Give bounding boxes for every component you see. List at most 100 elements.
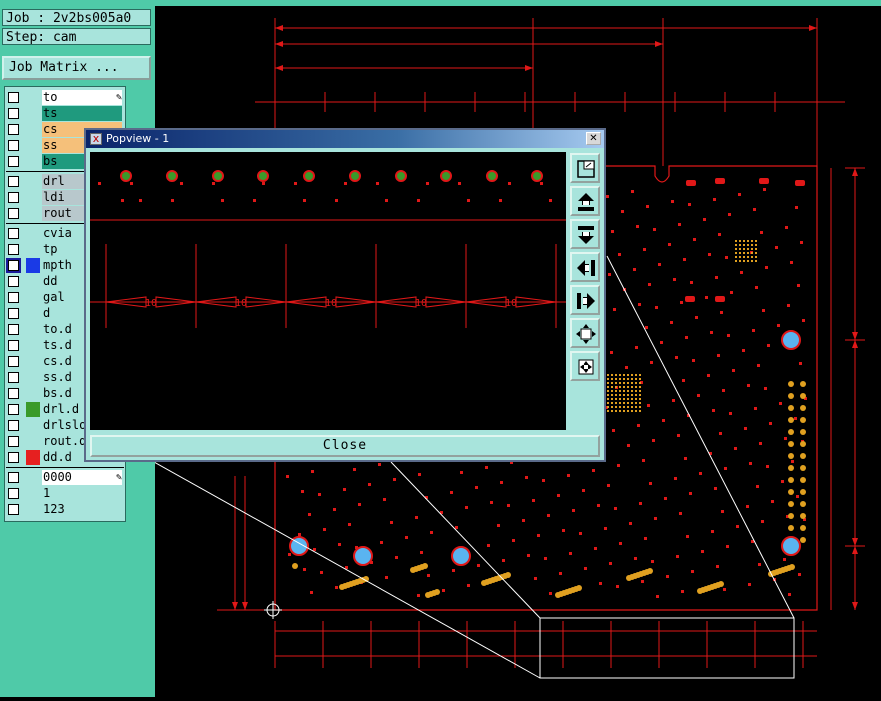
- pad-ring: [339, 584, 345, 590]
- bga-pad: [619, 406, 621, 408]
- layer-checkbox[interactable]: [8, 228, 19, 239]
- layer-name[interactable]: 123: [42, 502, 122, 517]
- pad: [308, 513, 311, 516]
- layer-checkbox[interactable]: [8, 124, 19, 135]
- close-button[interactable]: Close: [90, 435, 600, 457]
- pad: [724, 467, 727, 470]
- layer-checkbox[interactable]: [8, 176, 19, 187]
- pad: [617, 464, 620, 467]
- layer-checkbox[interactable]: [8, 504, 19, 515]
- close-icon[interactable]: ✕: [586, 132, 601, 145]
- bga-pad: [611, 382, 613, 384]
- zoom-in-button[interactable]: [570, 318, 600, 348]
- layer-row[interactable]: 1: [6, 486, 124, 501]
- pad: [676, 555, 679, 558]
- pad: [723, 588, 726, 591]
- bga-pad: [735, 260, 737, 262]
- layer-name[interactable]: ts: [42, 106, 122, 121]
- layer-checkbox[interactable]: [8, 436, 19, 447]
- layer-row[interactable]: 123: [6, 502, 124, 517]
- pad-ring: [800, 477, 806, 483]
- job-matrix-button[interactable]: Job Matrix ...: [2, 56, 151, 80]
- layer-checkbox[interactable]: [8, 108, 19, 119]
- pad: [180, 182, 183, 185]
- pad: [708, 253, 711, 256]
- layer-row[interactable]: to ✎: [6, 90, 124, 105]
- layer-checkbox[interactable]: [8, 324, 19, 335]
- bga-pad: [751, 260, 753, 262]
- pan-right-button[interactable]: [570, 285, 600, 315]
- pad: [427, 574, 430, 577]
- layer-checkbox[interactable]: [8, 472, 19, 483]
- pad: [710, 331, 713, 334]
- pad-ring: [800, 465, 806, 471]
- layer-checkbox[interactable]: [8, 488, 19, 499]
- layer-checkbox[interactable]: [8, 276, 19, 287]
- pad-ring: [800, 417, 806, 423]
- layer-checkbox[interactable]: [8, 192, 19, 203]
- pad: [405, 536, 408, 539]
- layer-checkbox[interactable]: [8, 420, 19, 431]
- pad: [747, 384, 750, 387]
- layer-checkbox[interactable]: [8, 452, 19, 463]
- layer-row[interactable]: ts: [6, 106, 124, 121]
- pan-left-button[interactable]: [570, 252, 600, 282]
- pad: [762, 309, 765, 312]
- layer-name[interactable]: to: [42, 90, 122, 105]
- pad: [559, 572, 562, 575]
- layer-checkbox[interactable]: [8, 388, 19, 399]
- layer-checkbox[interactable]: [8, 292, 19, 303]
- pad: [678, 223, 681, 226]
- popview-canvas[interactable]: 10 10 10 10 10: [90, 152, 566, 430]
- pad: [320, 571, 323, 574]
- drill-hit: [395, 170, 407, 182]
- pad-ring: [292, 563, 298, 569]
- layer-name[interactable]: 1: [42, 486, 122, 501]
- pad: [651, 560, 654, 563]
- pan-down-button[interactable]: [570, 219, 600, 249]
- bga-pad: [631, 402, 633, 404]
- bga-pad: [623, 398, 625, 400]
- pad: [771, 500, 774, 503]
- pad: [582, 489, 585, 492]
- pad: [714, 487, 717, 490]
- layer-checkbox[interactable]: [8, 140, 19, 151]
- smd-pad: [759, 178, 769, 184]
- zoom-out-button[interactable]: [570, 351, 600, 381]
- pad-ring: [800, 429, 806, 435]
- pad: [766, 465, 769, 468]
- pan-up-button[interactable]: [570, 186, 600, 216]
- layer-checkbox[interactable]: [8, 156, 19, 167]
- layer-checkbox[interactable]: [8, 356, 19, 367]
- bga-pad: [607, 398, 609, 400]
- layer-checkbox[interactable]: [8, 404, 19, 415]
- pad-ring: [788, 465, 794, 471]
- layer-checkbox[interactable]: [8, 372, 19, 383]
- pad: [338, 543, 341, 546]
- pad: [682, 379, 685, 382]
- pad: [455, 526, 458, 529]
- layer-name[interactable]: 0000: [42, 470, 122, 485]
- bga-pad: [635, 410, 637, 412]
- layer-row[interactable]: 0000 ✎: [6, 470, 124, 485]
- layer-checkbox[interactable]: [8, 208, 19, 219]
- bga-pad: [607, 402, 609, 404]
- layer-checkbox[interactable]: [8, 92, 19, 103]
- pad: [662, 419, 665, 422]
- pad: [139, 199, 142, 202]
- layer-checkbox[interactable]: [8, 244, 19, 255]
- pad: [689, 492, 692, 495]
- popview-titlebar[interactable]: x Popview - 1 ✕: [86, 130, 604, 148]
- pad: [502, 559, 505, 562]
- layer-checkbox[interactable]: [6, 258, 21, 273]
- pad: [796, 495, 799, 498]
- popview-window: x Popview - 1 ✕ 10 10 10 10 10 Close: [84, 128, 606, 462]
- layer-checkbox[interactable]: [8, 308, 19, 319]
- pad: [417, 594, 420, 597]
- pad: [609, 562, 612, 565]
- zoom-home-button[interactable]: [570, 153, 600, 183]
- pad: [380, 541, 383, 544]
- pad: [660, 341, 663, 344]
- pad: [649, 482, 652, 485]
- layer-checkbox[interactable]: [8, 340, 19, 351]
